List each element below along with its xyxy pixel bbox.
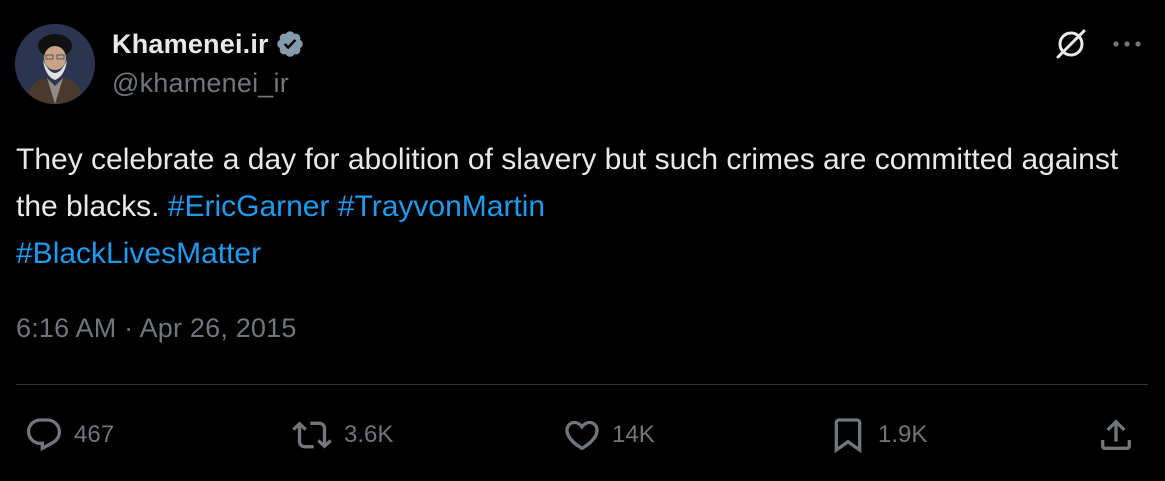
tweet: Khamenei.ir @khamenei_ir They celebrate … bbox=[0, 0, 1165, 481]
like-button[interactable]: 14K bbox=[562, 414, 655, 456]
author-handle[interactable]: @khamenei_ir bbox=[112, 68, 305, 99]
verified-badge-icon[interactable] bbox=[275, 29, 305, 59]
share-icon bbox=[1101, 419, 1131, 450]
repost-icon bbox=[292, 421, 332, 449]
bookmark-count: 1.9K bbox=[878, 421, 928, 448]
author-name[interactable]: Khamenei.ir bbox=[112, 29, 269, 60]
reply-count: 467 bbox=[74, 421, 115, 448]
grok-icon[interactable] bbox=[1053, 26, 1089, 62]
reply-button[interactable]: 467 bbox=[24, 414, 114, 456]
like-count: 14K bbox=[612, 421, 655, 448]
avatar-image bbox=[15, 24, 95, 104]
divider bbox=[16, 384, 1148, 385]
avatar[interactable] bbox=[15, 24, 95, 104]
author-block: Khamenei.ir @khamenei_ir bbox=[112, 26, 305, 99]
reply-icon bbox=[26, 418, 62, 452]
tweet-text: They celebrate a day for abolition of sl… bbox=[16, 136, 1136, 277]
repost-count: 3.6K bbox=[344, 421, 394, 448]
more-icon[interactable] bbox=[1109, 26, 1145, 62]
tweet-timestamp[interactable]: 6:16 AM · Apr 26, 2015 bbox=[16, 313, 297, 344]
share-button[interactable] bbox=[1096, 414, 1136, 456]
bookmark-icon bbox=[834, 418, 862, 454]
hashtag-link[interactable]: #TrayvonMartin bbox=[338, 190, 545, 223]
tweet-top-actions bbox=[1053, 26, 1145, 62]
hashtag-link[interactable]: #BlackLivesMatter bbox=[16, 237, 261, 270]
repost-button[interactable]: 3.6K bbox=[290, 414, 393, 456]
bookmark-button[interactable]: 1.9K bbox=[828, 414, 927, 456]
hashtag-link[interactable]: #EricGarner bbox=[168, 190, 330, 223]
heart-icon bbox=[565, 420, 599, 451]
